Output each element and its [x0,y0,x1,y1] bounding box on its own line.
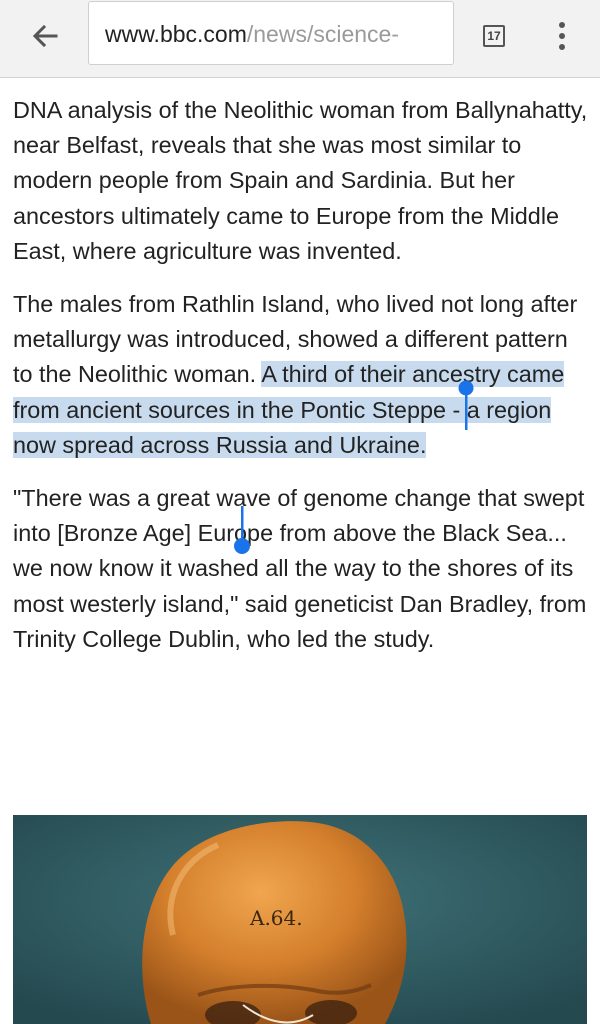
browser-toolbar: www.bbc.com/news/science- 17 [0,0,600,78]
article-paragraph: "There was a great wave of genome change… [13,485,587,652]
article-body: DNA analysis of the Neolithic woman from… [13,93,593,675]
tab-count-icon: 17 [483,25,505,47]
url-host: www.bbc.com [105,21,247,47]
url-text: www.bbc.com/news/science- [105,20,399,48]
tab-switcher-button[interactable]: 17 [472,14,516,58]
skull-label: A.64. [249,906,303,930]
arrow-left-icon [32,24,58,48]
url-bar[interactable]: www.bbc.com/news/science- [88,1,454,65]
more-vert-icon[interactable] [540,12,584,60]
menu-dot [559,44,565,50]
back-button[interactable] [18,12,72,60]
article-paragraph: DNA analysis of the Neolithic woman from… [13,97,588,264]
menu-dot [559,33,565,39]
url-fade [393,2,453,64]
selection-start-handle[interactable] [457,380,475,432]
menu-dot [559,22,565,28]
article-paragraph: The males from Rathlin Island, who lived… [13,287,593,463]
article-image: A.64. [13,815,587,1024]
skull-photo: A.64. [13,815,587,1024]
url-path: /news/science- [246,21,399,47]
selection-end-handle[interactable] [232,504,252,556]
